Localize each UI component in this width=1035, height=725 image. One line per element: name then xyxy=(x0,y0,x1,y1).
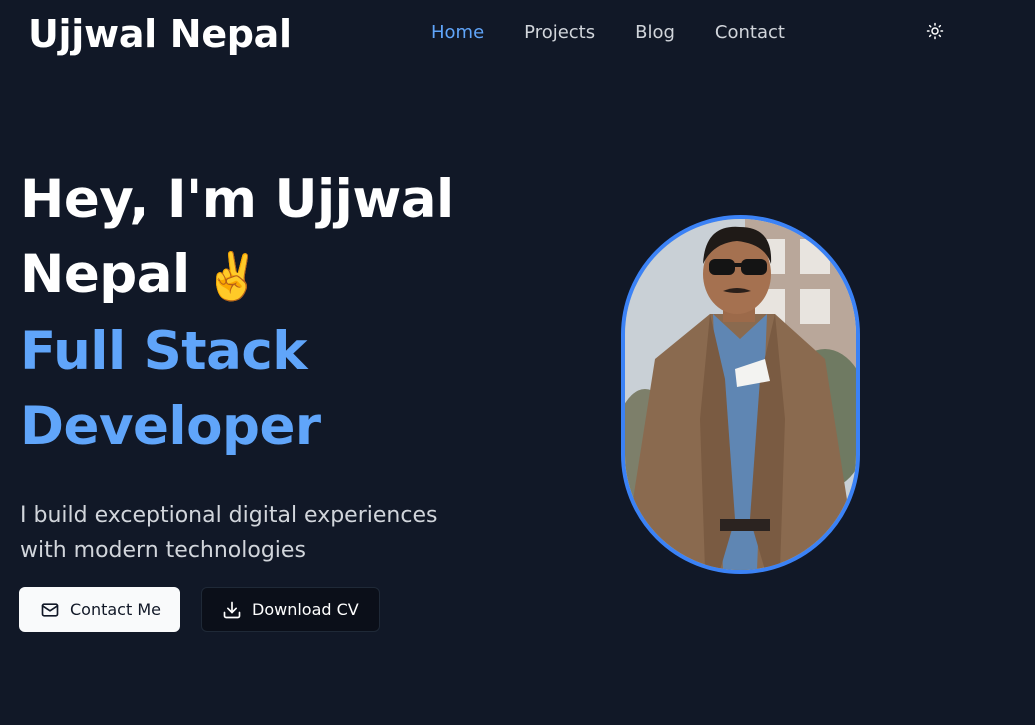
hero-role: Full Stack Developer xyxy=(20,321,321,457)
nav-contact[interactable]: Contact xyxy=(715,22,785,44)
theme-toggle-button[interactable] xyxy=(922,20,948,46)
brand-logo[interactable]: Ujjwal Nepal xyxy=(28,12,292,56)
profile-photo xyxy=(621,215,860,574)
nav-projects[interactable]: Projects xyxy=(524,22,595,44)
contact-me-button[interactable]: Contact Me xyxy=(19,587,180,632)
page: Ujjwal Nepal Home Projects Blog Contact … xyxy=(0,0,1035,725)
hero-tagline: I build exceptional digital experiences … xyxy=(20,503,438,563)
profile-photo-illustration xyxy=(625,219,856,570)
hero-actions: Contact Me Download CV xyxy=(19,587,380,632)
mail-icon xyxy=(40,600,60,620)
download-cv-button[interactable]: Download CV xyxy=(201,587,380,632)
main-nav: Home Projects Blog Contact xyxy=(431,22,825,44)
nav-home[interactable]: Home xyxy=(431,22,484,44)
download-cv-label: Download CV xyxy=(252,600,359,619)
victory-hand-emoji: ✌️ xyxy=(203,249,261,303)
sun-icon xyxy=(926,22,944,44)
download-icon xyxy=(222,600,242,620)
contact-me-label: Contact Me xyxy=(70,600,161,619)
hero-greeting: Hey, I'm Ujjwal Nepal ✌️ xyxy=(20,162,490,314)
hero-section: Hey, I'm Ujjwal Nepal ✌️ Full Stack Devel… xyxy=(20,162,490,568)
nav-blog[interactable]: Blog xyxy=(635,22,675,44)
